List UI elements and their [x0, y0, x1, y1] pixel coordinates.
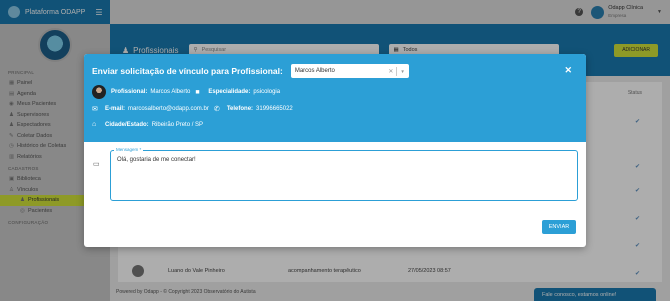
home-icon: ⌂ — [92, 121, 97, 128]
professional-select[interactable]: Marcos Alberto ✕ ▼ — [290, 64, 409, 78]
professional-info-row: Profissional: Marcos Alberto ■ Especiali… — [92, 85, 578, 99]
professional-select-value: Marcos Alberto — [294, 68, 335, 74]
message-icon: ▭ — [93, 161, 100, 168]
close-icon[interactable]: ✕ — [564, 65, 572, 76]
link-request-modal: Enviar solicitação de vínculo para Profi… — [84, 54, 586, 247]
clear-icon[interactable]: ✕ — [388, 68, 393, 75]
phone-icon: ✆ — [213, 106, 220, 113]
specialty-label: Especialidade: — [208, 89, 251, 95]
contact-info-row: ✉ E-mail: marcosalberto@odapp.com.br ✆ T… — [92, 105, 578, 113]
email-label: E-mail: — [105, 106, 126, 112]
phone-label: Telefone: — [226, 106, 254, 112]
city-value: Ribeirão Preto / SP — [151, 121, 204, 128]
professional-label: Profissional: — [111, 89, 148, 95]
email-value: marcosalberto@odapp.com.br — [128, 106, 209, 112]
phone-value: 31996665022 — [256, 106, 293, 112]
modal-body: ▭ Olá, gostaria de me conectar! Mensagem… — [84, 142, 586, 247]
professional-value: Marcos Alberto — [150, 89, 191, 95]
briefcase-icon: ■ — [195, 88, 200, 96]
select-divider — [396, 66, 398, 76]
city-label: Cidade/Estado: — [105, 121, 149, 128]
email-icon: ✉ — [92, 106, 98, 113]
professional-avatar — [92, 85, 106, 99]
modal-title-row: Enviar solicitação de vínculo para Profi… — [92, 64, 578, 78]
chevron-down-icon[interactable]: ▼ — [400, 69, 404, 74]
modal-header: Enviar solicitação de vínculo para Profi… — [84, 54, 586, 142]
location-info-row: ⌂ Cidade/Estado: Ribeirão Preto / SP — [92, 121, 578, 128]
message-text: Olá, gostaria de me conectar! — [117, 157, 196, 163]
message-textarea[interactable]: Olá, gostaria de me conectar! — [110, 150, 578, 201]
modal-title: Enviar solicitação de vínculo para Profi… — [92, 66, 283, 76]
message-label: Mensagem * — [114, 147, 144, 152]
send-button[interactable]: ENVIAR — [542, 220, 576, 234]
specialty-value: psicologia — [253, 89, 281, 95]
